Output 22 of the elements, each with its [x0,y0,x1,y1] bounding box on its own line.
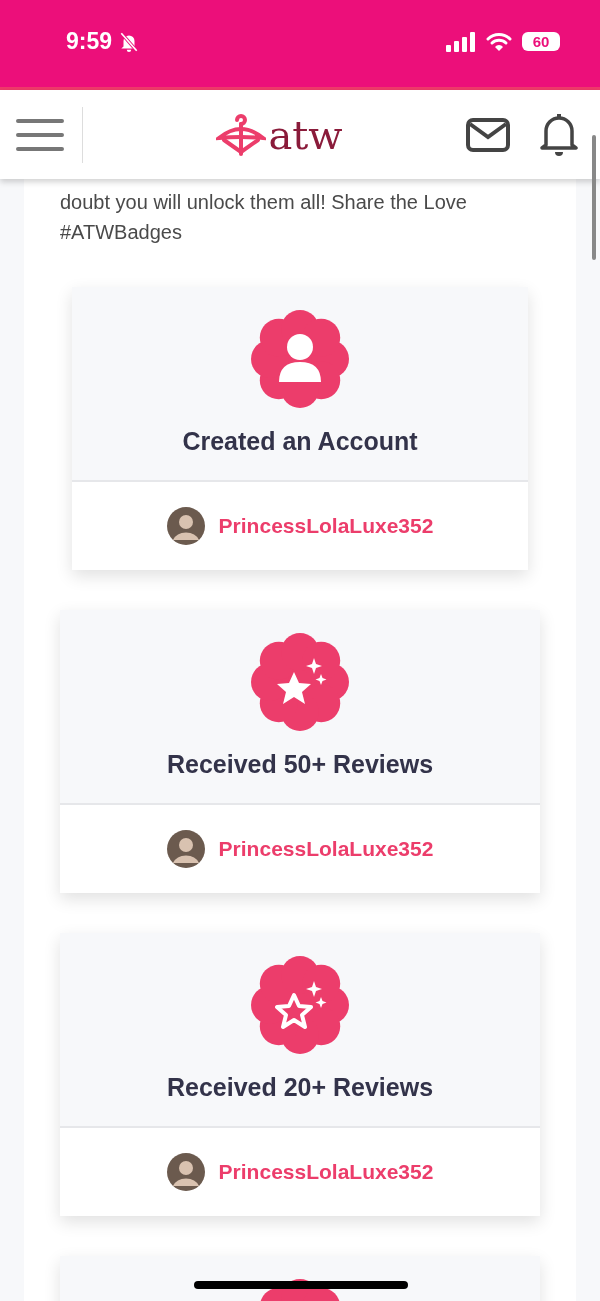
badge-title: Created an Account [182,427,418,456]
signal-icon [446,31,476,52]
menu-icon [16,116,64,153]
badge-title: Received 20+ Reviews [166,1073,434,1102]
menu-button[interactable] [16,106,83,163]
wifi-icon [486,31,512,52]
clock-time: 9:59 [66,28,113,55]
username-link[interactable]: PrincessLolaLuxe352 [218,837,434,861]
username-link[interactable]: PrincessLolaLuxe352 [218,1160,434,1184]
username-link[interactable]: PrincessLolaLuxe352 [218,514,434,538]
avatar-icon [166,1153,205,1191]
badge-icon [250,309,350,409]
badge-icon [250,955,350,1055]
badge-icon [250,632,350,732]
site-logo[interactable]: atw [176,109,343,160]
avatar-icon [166,507,205,545]
envelope-icon [466,117,510,152]
avatar-icon [166,830,205,868]
intro-text: doubt you will unlock them all! Share the Love #ATWBadges [60,190,468,245]
battery-level: 60 [522,32,560,51]
badge-title: Received 50+ Reviews [166,750,434,779]
bell-icon [540,112,578,157]
